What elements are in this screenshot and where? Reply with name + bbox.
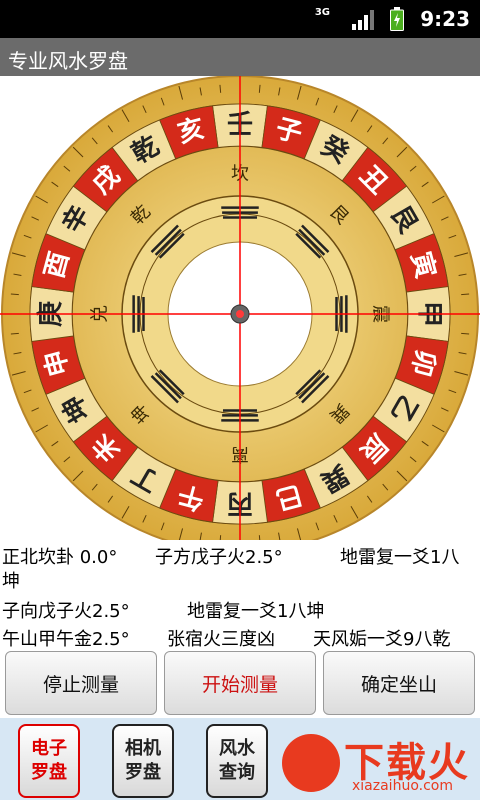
nav-camera-compass[interactable]: 相机 罗盘 <box>112 724 174 798</box>
signal-strength-icon <box>352 10 374 30</box>
readout-sitting: 午山甲午金2.5° <box>2 629 130 650</box>
stop-measure-button[interactable]: 停止测量 <box>5 651 157 715</box>
compass-dial[interactable]: 壬子癸丑艮寅甲卯乙辰巽巳丙午丁未坤申庚酉辛戌乾亥 坎艮震巽离坤兑乾 <box>0 75 480 553</box>
center-pin-dot <box>236 310 244 318</box>
degree-tick <box>461 293 470 296</box>
readout-facing: 子向戊子火2.5° <box>2 601 130 622</box>
readout-sitting-hexagram: 天风姤一爻9八乾 <box>313 629 451 650</box>
nav-label-line1: 风水 <box>219 738 255 759</box>
degree-tick <box>10 293 19 296</box>
readout-sector: 子方戊子火2.5° <box>155 547 283 568</box>
nav-label-line2: 罗盘 <box>125 762 161 783</box>
nav-label-line1: 电子 <box>31 738 67 759</box>
confirm-sitting-button[interactable]: 确定坐山 <box>323 651 475 715</box>
readout-facing-hexagram: 地雷复一爻1八坤 <box>187 601 325 622</box>
watermark-domain: xiazaihuo.com <box>352 778 453 794</box>
nav-label-line2: 罗盘 <box>31 762 67 783</box>
battery-charging-icon <box>390 7 404 31</box>
watermark-logo: 下载火 xiazaihuo.com <box>282 730 480 800</box>
degree-tick <box>10 332 19 335</box>
start-measure-button[interactable]: 开始测量 <box>164 651 316 715</box>
nav-electronic-compass[interactable]: 电子 罗盘 <box>18 724 80 798</box>
degree-tick <box>258 84 261 93</box>
app-title: 专业风水罗盘 <box>8 49 128 73</box>
compass-graphic: 壬子癸丑艮寅甲卯乙辰巽巳丙午丁未坤申庚酉辛戌乾亥 坎艮震巽离坤兑乾 <box>0 75 480 553</box>
network-type-indicator: 3G <box>314 7 330 18</box>
nav-fengshui-query[interactable]: 风水 查询 <box>206 724 268 798</box>
readout-hexagram-wrap: 坤 <box>2 571 20 592</box>
readout-hexagram: 地雷复一爻1八 <box>340 547 460 568</box>
degree-tick <box>219 84 222 93</box>
nav-label-line2: 查询 <box>219 762 255 783</box>
nav-label-line1: 相机 <box>125 738 161 759</box>
app-title-bar: 专业风水罗盘 <box>0 38 480 76</box>
degree-tick <box>461 332 470 335</box>
readout-direction: 正北坎卦 0.0° <box>2 547 118 568</box>
clock: 9:23 <box>420 7 470 31</box>
watermark-icon <box>282 734 340 792</box>
readout-lunar-mansion: 张宿火三度凶 <box>167 629 275 650</box>
status-bar: 3G 9:23 <box>0 0 480 38</box>
